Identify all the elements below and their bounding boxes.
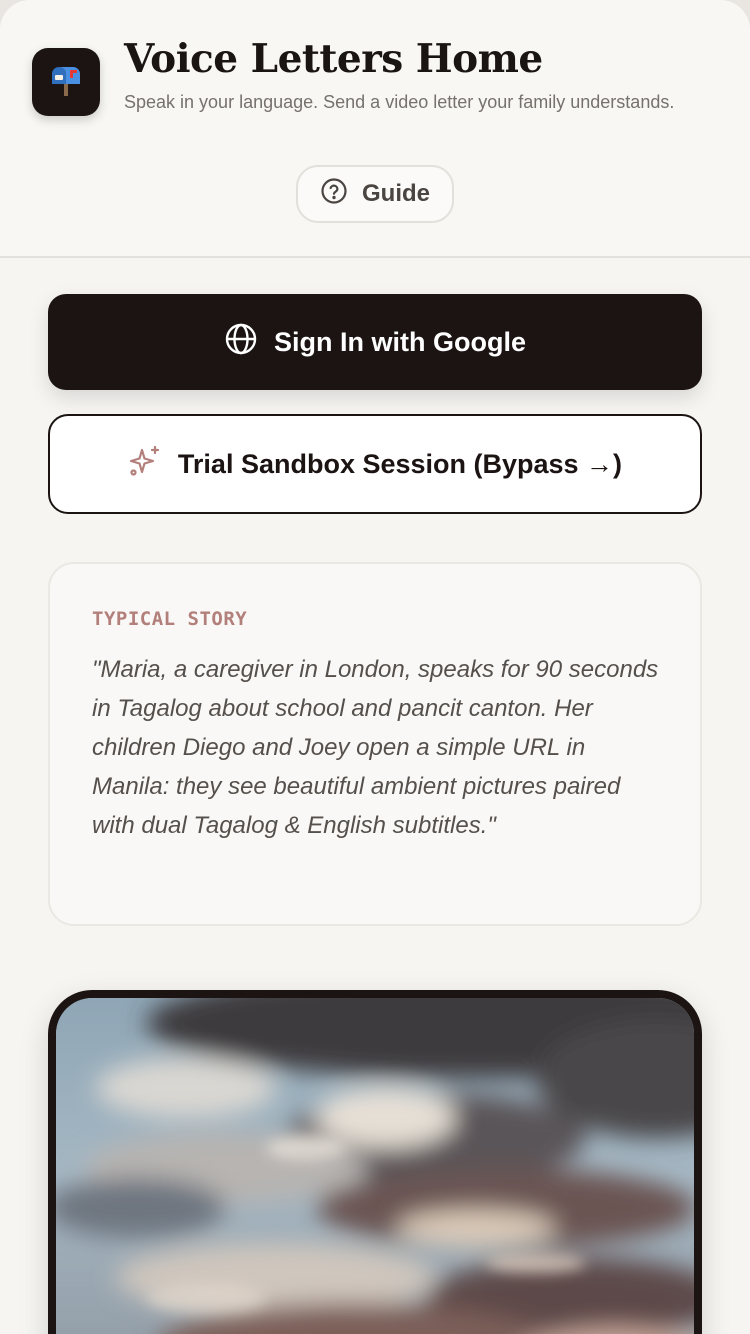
sign-in-google-button[interactable]: Sign In with Google bbox=[48, 294, 702, 390]
app-header: Voice Letters Home Speak in your languag… bbox=[0, 0, 750, 258]
guide-button[interactable]: Guide bbox=[296, 165, 454, 223]
sign-in-google-label: Sign In with Google bbox=[274, 326, 526, 357]
mailbox-icon bbox=[48, 62, 84, 103]
guide-label: Guide bbox=[361, 180, 430, 207]
page-subtitle: Speak in your language. Send a video let… bbox=[124, 92, 675, 112]
ambient-picture bbox=[56, 998, 694, 1334]
page-title: Voice Letters Home bbox=[124, 36, 543, 82]
story-text: "Maria, a caregiver in London, speaks fo… bbox=[92, 656, 659, 839]
sparkles-icon bbox=[128, 444, 162, 485]
app-screen: Voice Letters Home Speak in your languag… bbox=[0, 0, 750, 1334]
trial-sandbox-label: Trial Sandbox Session (Bypass →) bbox=[177, 448, 623, 479]
app-logo bbox=[32, 48, 100, 116]
help-circle-icon bbox=[320, 177, 348, 212]
phone-preview-frame bbox=[48, 990, 702, 1334]
story-label: TYPICAL STORY bbox=[92, 608, 248, 630]
trial-sandbox-button[interactable]: Trial Sandbox Session (Bypass →) bbox=[48, 414, 702, 514]
typical-story-card: TYPICAL STORY "Maria, a caregiver in Lon… bbox=[48, 562, 702, 926]
globe-icon bbox=[224, 322, 258, 363]
